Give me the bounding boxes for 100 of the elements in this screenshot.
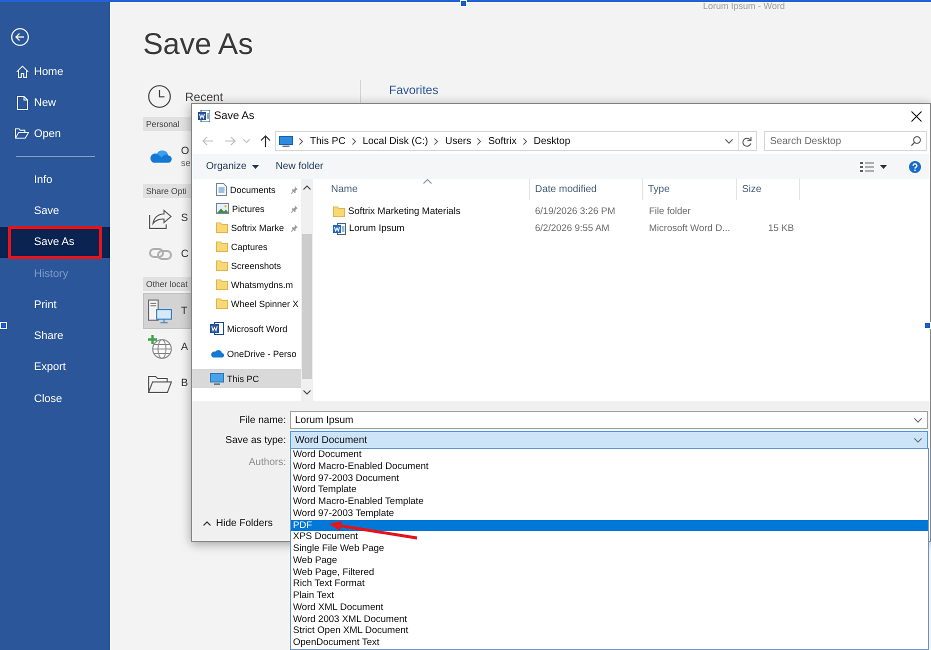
- nav-item[interactable]: Whatsmydns.m: [192, 275, 301, 294]
- dropdown-option[interactable]: Word Macro-Enabled Document: [291, 460, 928, 472]
- chevron-down-icon: [914, 418, 922, 422]
- nav-item[interactable]: Captures: [192, 237, 301, 256]
- dropdown-option[interactable]: Word 97-2003 Document: [291, 472, 928, 484]
- pin-icon[interactable]: [291, 224, 298, 232]
- dropdown-option[interactable]: Web Page: [291, 554, 928, 566]
- nav-item[interactable]: Wheel Spinner X: [192, 294, 301, 313]
- folder-icon: [216, 241, 228, 252]
- sidebar-item[interactable]: Save: [0, 195, 110, 227]
- nav-item[interactable]: Softrix Marke: [192, 218, 301, 237]
- file-name-field[interactable]: Lorum Ipsum: [290, 411, 928, 429]
- computer-icon: [148, 298, 172, 324]
- new-document-icon: [16, 96, 28, 110]
- location-item[interactable]: B: [143, 365, 191, 401]
- save-type-dropdown[interactable]: Word Document: [290, 431, 928, 449]
- folder-icon: [333, 206, 345, 217]
- location-item[interactable]: T: [143, 293, 191, 329]
- nav-item[interactable]: Microsoft Word: [192, 319, 301, 338]
- breadcrumb[interactable]: This PC: [310, 136, 346, 146]
- dropdown-option[interactable]: Web Page, Filtered: [291, 566, 928, 578]
- picture-icon: [216, 203, 229, 214]
- dropdown-option[interactable]: Rich Text Format: [291, 578, 928, 590]
- dropdown-option[interactable]: Word 97-2003 Template: [291, 508, 928, 520]
- selection-handle[interactable]: [460, 0, 467, 7]
- nav-item[interactable]: Screenshots: [192, 256, 301, 275]
- column-header[interactable]: Name: [315, 179, 530, 200]
- close-icon[interactable]: [911, 110, 922, 122]
- dropdown-option[interactable]: Word Template: [291, 484, 928, 496]
- sidebar-item[interactable]: Info: [0, 164, 110, 196]
- breadcrumb[interactable]: Local Disk (C:): [362, 136, 428, 146]
- up-arrow-icon[interactable]: [260, 135, 271, 147]
- sidebar-item[interactable]: Share: [0, 320, 110, 352]
- breadcrumb[interactable]: Users: [445, 136, 472, 146]
- recent-item[interactable]: Recent: [143, 85, 224, 108]
- nav-item[interactable]: Pictures: [192, 199, 301, 218]
- scroll-up-icon[interactable]: [303, 185, 311, 190]
- breadcrumb[interactable]: Softrix: [488, 136, 517, 146]
- view-options-icon[interactable]: [860, 162, 874, 172]
- breadcrumb[interactable]: Desktop: [534, 136, 570, 146]
- dropdown-option[interactable]: Word XML Document: [291, 602, 928, 614]
- dropdown-option[interactable]: Word 2003 XML Document: [291, 614, 928, 626]
- nav-item[interactable]: OneDrive - Perso: [192, 344, 301, 363]
- location-item[interactable]: A: [143, 329, 191, 365]
- dropdown-option[interactable]: XPS Document: [291, 531, 928, 543]
- dropdown-option[interactable]: OpenDocument Text: [291, 637, 928, 649]
- dropdown-option[interactable]: Plain Text: [291, 590, 928, 602]
- location-item[interactable]: O se: [143, 133, 191, 179]
- refresh-icon[interactable]: [742, 136, 752, 146]
- organize-menu[interactable]: Organize: [206, 158, 259, 174]
- sidebar-item[interactable]: Open: [0, 118, 110, 149]
- chevron-right-icon: [352, 138, 356, 144]
- help-icon[interactable]: [909, 160, 921, 172]
- caret-down-icon[interactable]: [880, 164, 887, 168]
- chevron-right-icon: [477, 138, 482, 144]
- sidebar-item[interactable]: Export: [0, 352, 110, 384]
- column-header[interactable]: Date modified: [530, 179, 643, 200]
- scroll-down-icon[interactable]: [303, 390, 311, 395]
- word-app-icon: [198, 110, 210, 122]
- selection-handle[interactable]: [924, 322, 931, 329]
- dropdown-option[interactable]: Strict Open XML Document: [291, 625, 928, 637]
- pin-icon[interactable]: [291, 204, 298, 212]
- column-header[interactable]: Size: [737, 179, 800, 200]
- nav-item[interactable]: Documents: [192, 180, 301, 199]
- sidebar-item[interactable]: New: [0, 87, 110, 118]
- selection-handle[interactable]: [0, 322, 7, 329]
- folder-icon: [216, 298, 228, 309]
- date-modified: 6/2/2026 9:55 AM: [535, 223, 610, 234]
- folder-icon: [148, 374, 172, 392]
- search-field[interactable]: Search Desktop: [764, 131, 927, 151]
- scroll-thumb[interactable]: [302, 234, 312, 379]
- dropdown-option[interactable]: Word Document: [291, 449, 928, 461]
- chevron-right-icon: [299, 138, 303, 144]
- column-header[interactable]: Type: [643, 179, 737, 200]
- address-bar[interactable]: This PC Local Disk (C:) Users Softrix Desktop: [275, 131, 757, 151]
- dropdown-option[interactable]: Word Macro-Enabled Template: [291, 496, 928, 508]
- scrollbar[interactable]: [301, 179, 313, 401]
- location-item[interactable]: S: [143, 200, 191, 236]
- caret-up-icon: [203, 520, 211, 526]
- pin-icon[interactable]: [291, 186, 298, 194]
- hide-folders-button[interactable]: Hide Folders: [203, 516, 273, 530]
- sidebar-item[interactable]: Close: [0, 383, 110, 414]
- file-name[interactable]: Lorum Ipsum: [349, 223, 404, 234]
- location-item[interactable]: C: [143, 236, 191, 272]
- back-icon[interactable]: [11, 28, 29, 46]
- sidebar-item[interactable]: Save As: [0, 226, 110, 258]
- nav-item[interactable]: This PC: [192, 369, 301, 388]
- globe-plus-icon: [148, 335, 172, 359]
- clock-icon: [148, 85, 171, 108]
- cloud-icon: [210, 349, 224, 358]
- chevron-down-icon[interactable]: [725, 138, 733, 144]
- document-icon: [216, 183, 227, 196]
- sidebar-item[interactable]: Print: [0, 289, 110, 320]
- dropdown-option[interactable]: Single File Web Page: [291, 543, 928, 555]
- dropdown-option[interactable]: PDF: [291, 520, 928, 532]
- file-name-label: File name:: [238, 414, 286, 426]
- new-folder-button[interactable]: New folder: [276, 158, 324, 174]
- file-name[interactable]: Softrix Marketing Materials: [348, 206, 460, 217]
- sidebar-item[interactable]: Home: [0, 56, 110, 87]
- caret-down-icon: [252, 164, 259, 168]
